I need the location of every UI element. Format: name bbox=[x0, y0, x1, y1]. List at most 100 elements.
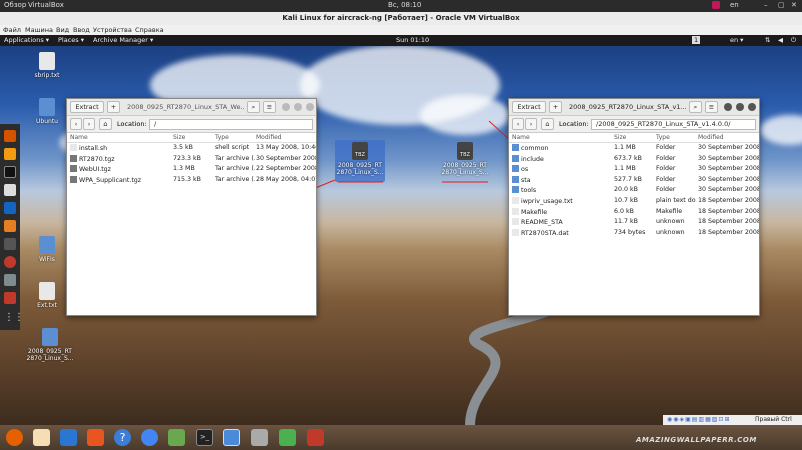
table-row[interactable]: WPA_Supplicant.tgz715.3 kBTar archive (.… bbox=[67, 175, 316, 186]
archive-manager-menu[interactable]: Archive Manager ▾ bbox=[93, 36, 153, 44]
places-menu[interactable]: Places ▾ bbox=[58, 36, 84, 44]
host-clock[interactable]: Вс, 08:10 bbox=[388, 1, 421, 9]
menu-icon[interactable]: ≡ bbox=[263, 101, 276, 113]
desktop-icon-archive[interactable]: TBZ 2008_0925_RT 2870_Linux_S... bbox=[440, 142, 490, 176]
guest-lang[interactable]: en ▾ bbox=[730, 36, 743, 44]
table-row[interactable]: README_STA 11.7 kB unknown 18 September 200… bbox=[509, 217, 759, 228]
home-icon[interactable]: ⌂ bbox=[541, 118, 554, 130]
table-row[interactable]: tools20.0 kBFolder30 September 2008... bbox=[509, 185, 759, 196]
text-editor-icon[interactable] bbox=[4, 184, 16, 196]
volume-icon[interactable]: ◀ bbox=[778, 36, 783, 44]
faraday-icon[interactable] bbox=[4, 274, 16, 286]
search-icon[interactable]: ⌕ bbox=[247, 101, 260, 113]
col-type[interactable]: Type bbox=[656, 134, 670, 141]
applications-menu[interactable]: Applications ▾ bbox=[4, 36, 49, 44]
guest-clock[interactable]: Sun 01:10 bbox=[396, 36, 429, 44]
download-icon[interactable] bbox=[279, 429, 296, 446]
workspace-indicator[interactable]: 1 bbox=[692, 36, 701, 44]
col-type[interactable]: Type bbox=[215, 134, 229, 141]
software-center-icon[interactable] bbox=[87, 429, 104, 446]
back-icon[interactable]: ‹ bbox=[512, 118, 524, 130]
minimize-icon[interactable] bbox=[282, 103, 290, 111]
add-button[interactable]: + bbox=[549, 101, 562, 113]
maximize-icon[interactable] bbox=[736, 103, 744, 111]
forward-icon[interactable]: › bbox=[525, 118, 537, 130]
virtualbox-app-menu[interactable]: VirtualBox bbox=[28, 1, 64, 9]
power-icon[interactable]: ⏻ bbox=[791, 36, 796, 45]
maximize-icon[interactable] bbox=[294, 103, 302, 111]
table-row[interactable]: sta527.7 kBFolder30 September 2008... bbox=[509, 175, 759, 186]
desktop-icon-archive-selected[interactable]: TBZ 2008_0925_RT 2870_Linux_S... bbox=[335, 142, 385, 176]
terminal-icon[interactable]: >_ bbox=[196, 429, 213, 446]
table-row[interactable]: Makefile6.0 kBMakefile18 September 2008.… bbox=[509, 207, 759, 218]
metasploit-icon[interactable] bbox=[4, 202, 16, 214]
system-monitor-icon[interactable] bbox=[223, 429, 240, 446]
menu-help[interactable]: Справка bbox=[135, 26, 164, 34]
location-field[interactable]: /2008_0925_RT2870_Linux_STA_v1.4.0.0/ bbox=[591, 119, 756, 130]
files-icon[interactable] bbox=[4, 148, 16, 160]
folder-icon bbox=[42, 328, 58, 346]
firefox-icon[interactable] bbox=[6, 429, 23, 446]
settings-icon[interactable] bbox=[307, 429, 324, 446]
forward-icon[interactable]: › bbox=[83, 118, 95, 130]
chromium-icon[interactable] bbox=[141, 429, 158, 446]
table-row[interactable]: common1.1 MBFolder30 September 2008... bbox=[509, 143, 759, 154]
table-row[interactable]: RT2870STA.dat 734 bytes unknown 18 Septembe… bbox=[509, 228, 759, 239]
menu-file[interactable]: Файл bbox=[3, 26, 21, 34]
col-size[interactable]: Size bbox=[173, 134, 185, 141]
host-lang[interactable]: en bbox=[730, 1, 739, 9]
extract-button[interactable]: Extract bbox=[70, 101, 104, 113]
writer-icon[interactable] bbox=[60, 429, 77, 446]
home-icon[interactable]: ⌂ bbox=[99, 118, 112, 130]
notification-icon[interactable] bbox=[712, 1, 720, 9]
table-row[interactable]: iwpriv_usage.txt10.7 kBplain text do...1… bbox=[509, 196, 759, 207]
menu-devices[interactable]: Устройства bbox=[93, 26, 132, 34]
close-icon[interactable] bbox=[748, 103, 756, 111]
firefox-icon[interactable] bbox=[4, 130, 16, 142]
armitage-icon[interactable] bbox=[4, 292, 16, 304]
maltego-icon[interactable] bbox=[4, 256, 16, 268]
desktop-icon-ubuntu[interactable]: Ubuntu bbox=[25, 98, 69, 125]
show-apps-icon[interactable]: ⋮⋮ bbox=[4, 312, 24, 324]
minimize-icon[interactable] bbox=[724, 103, 732, 111]
col-size[interactable]: Size bbox=[614, 134, 626, 141]
table-row[interactable]: include673.7 kBFolder30 September 2008..… bbox=[509, 154, 759, 165]
desktop-icon-sbrip[interactable]: sbrip.txt bbox=[25, 52, 69, 79]
desktop-icon-ext[interactable]: Ext.txt bbox=[25, 282, 69, 309]
location-field[interactable]: / bbox=[149, 119, 313, 130]
restore-icon[interactable]: ▢ bbox=[778, 1, 785, 9]
desktop-icon-extracted-folder[interactable]: 2008_0925_RT 2870_Linux_S... bbox=[25, 328, 75, 362]
add-button[interactable]: + bbox=[107, 101, 120, 113]
network-icon[interactable]: ⇅ bbox=[765, 36, 770, 44]
col-modified[interactable]: Modified bbox=[256, 134, 282, 141]
terminal-icon[interactable] bbox=[4, 166, 16, 178]
col-name[interactable]: Name bbox=[512, 134, 530, 141]
table-row[interactable]: WebUI.tgz1.3 MBTar archive (...22 Septem… bbox=[67, 164, 316, 175]
close-icon[interactable] bbox=[306, 103, 314, 111]
col-modified[interactable]: Modified bbox=[698, 134, 724, 141]
menu-input[interactable]: Ввод bbox=[73, 26, 90, 34]
device-status-icons[interactable]: ◉◉◈▣▤▥▦▧⊡⊞ bbox=[667, 416, 730, 423]
table-row[interactable]: os1.1 MBFolder30 September 2008... bbox=[509, 164, 759, 175]
folder-icon bbox=[512, 186, 519, 194]
menu-icon[interactable]: ≡ bbox=[705, 101, 718, 113]
back-icon[interactable]: ‹ bbox=[70, 118, 82, 130]
menu-view[interactable]: Вид bbox=[56, 26, 69, 34]
minimize-icon[interactable]: – bbox=[764, 1, 768, 9]
extract-button[interactable]: Extract bbox=[512, 101, 546, 113]
tool-icon[interactable] bbox=[4, 238, 16, 250]
folder-icon bbox=[512, 144, 519, 151]
table-row[interactable]: install.sh 3.5 kB shell script 13 May 2008,… bbox=[67, 143, 316, 154]
search-icon[interactable]: ⌕ bbox=[689, 101, 702, 113]
archive-icon[interactable] bbox=[251, 429, 268, 446]
desktop-icon-wifis[interactable]: WiFIs bbox=[25, 236, 69, 263]
menu-machine[interactable]: Машина bbox=[25, 26, 53, 34]
burpsuite-icon[interactable] bbox=[4, 220, 16, 232]
table-row[interactable]: RT2870.tgz723.3 kBTar archive (...30 Sep… bbox=[67, 154, 316, 165]
help-icon[interactable]: ? bbox=[114, 429, 131, 446]
overview-button[interactable]: Обзор bbox=[4, 1, 26, 9]
files-icon[interactable] bbox=[33, 429, 50, 446]
image-viewer-icon[interactable] bbox=[168, 429, 185, 446]
close-icon[interactable]: ✕ bbox=[791, 1, 797, 9]
col-name[interactable]: Name bbox=[70, 134, 88, 141]
